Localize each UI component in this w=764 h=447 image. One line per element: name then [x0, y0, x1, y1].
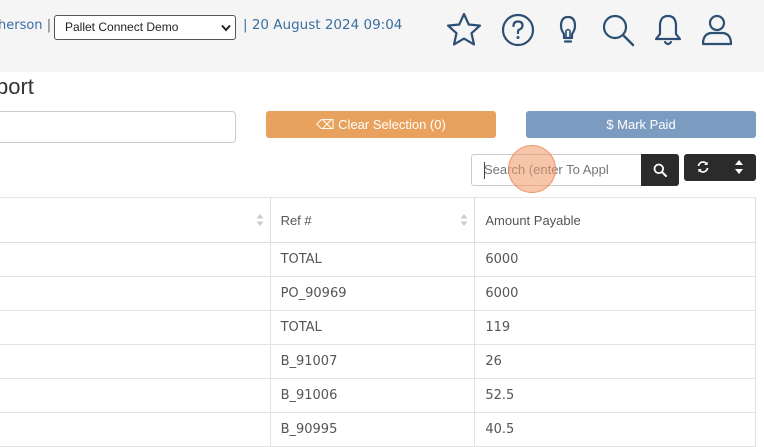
current-datetime: | 20 August 2024 09:04 [243, 17, 403, 33]
cell [0, 378, 271, 413]
search-button[interactable] [641, 154, 679, 186]
table-row[interactable]: TOTAL 6000 [0, 242, 756, 277]
ref-cell: B_91007 [269, 344, 476, 379]
user-name-text[interactable]: herson [0, 18, 43, 33]
cell [0, 276, 271, 311]
column-header-ref[interactable]: Ref # [269, 197, 476, 243]
search-icon [653, 163, 667, 177]
user-name[interactable]: herson | [0, 18, 51, 33]
table-row[interactable]: B_90995 40.5 [0, 412, 756, 447]
page-title: port [0, 74, 34, 99]
clear-selection-button[interactable]: ⌫ Clear Selection (0) [266, 111, 496, 138]
payables-table: Ref # Amount Payable TOTAL 6000 PO_90969 6… [0, 197, 756, 447]
table-row[interactable]: PO_90969 6000 [0, 276, 756, 311]
lightbulb-icon[interactable] [548, 10, 588, 50]
sort-icon[interactable] [734, 159, 744, 175]
search-icon[interactable] [598, 10, 638, 50]
table-row[interactable]: TOTAL 119 [0, 310, 756, 345]
company-select[interactable]: Pallet Connect Demo [54, 15, 236, 40]
column-header-ref-label: Ref # [280, 212, 312, 228]
cell [0, 242, 271, 277]
table-row[interactable]: B_91006 52.5 [0, 378, 756, 413]
top-bar: herson | Pallet Connect Demo | 20 August… [0, 0, 764, 72]
amount-cell: 6000 [474, 242, 756, 277]
user-icon[interactable] [697, 10, 737, 50]
ref-cell: TOTAL [269, 310, 476, 345]
amount-cell: 52.5 [474, 378, 756, 413]
text-caret [484, 162, 485, 179]
amount-cell: 119 [474, 310, 756, 345]
chevron-down-icon [221, 24, 231, 32]
bell-icon[interactable] [648, 10, 688, 50]
refresh-sort-button[interactable] [684, 154, 756, 181]
ref-cell: B_91006 [269, 378, 476, 413]
ref-cell: B_90995 [269, 412, 476, 447]
table-header-row: Ref # Amount Payable [0, 197, 756, 243]
refresh-icon[interactable] [696, 160, 710, 174]
search-input[interactable]: Search (enter To Appl [471, 154, 642, 186]
cell [0, 344, 271, 379]
column-header-amount[interactable]: Amount Payable [474, 197, 756, 243]
separator: | [46, 18, 52, 33]
amount-cell: 26 [474, 344, 756, 379]
column-header[interactable] [0, 197, 271, 243]
amount-cell: 6000 [474, 276, 756, 311]
amount-cell: 40.5 [474, 412, 756, 447]
filter-input[interactable] [0, 111, 236, 143]
cell [0, 310, 271, 345]
sort-icon[interactable] [460, 213, 468, 227]
mark-paid-button[interactable]: $ Mark Paid [526, 111, 756, 138]
star-icon[interactable] [444, 10, 484, 50]
cell [0, 412, 271, 447]
company-select-value: Pallet Connect Demo [65, 20, 179, 34]
sort-icon[interactable] [256, 213, 264, 227]
search-placeholder: Search (enter To Appl [484, 162, 609, 177]
table-row[interactable]: B_91007 26 [0, 344, 756, 379]
ref-cell: TOTAL [269, 242, 476, 277]
ref-cell: PO_90969 [269, 276, 476, 311]
help-icon[interactable] [498, 10, 538, 50]
column-header-amount-label: Amount Payable [485, 212, 581, 228]
